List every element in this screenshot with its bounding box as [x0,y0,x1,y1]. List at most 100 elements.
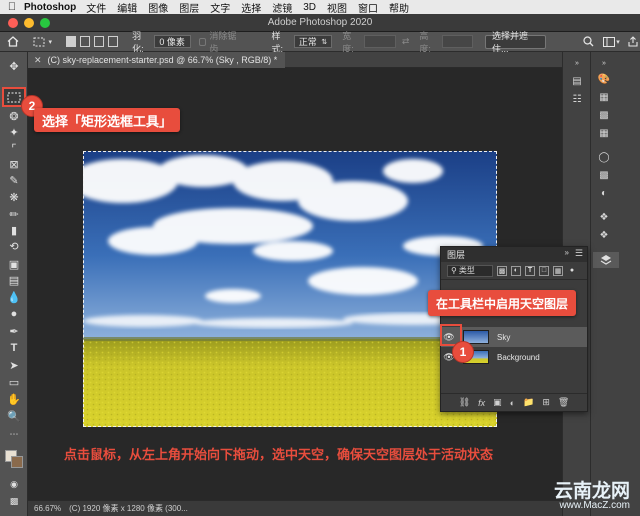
path-selection-tool-icon[interactable]: ➤ [4,357,24,373]
menu-window[interactable]: 窗口 [358,0,378,15]
layer-filter-kind-select[interactable]: ⚲ 类型 [447,264,493,277]
search-icon[interactable] [582,35,596,49]
adjustment-layer-icon[interactable]: ◐ [510,398,515,408]
document-tab-title: (C) sky-replacement-starter.psd @ 66.7% … [47,55,278,65]
height-input[interactable] [441,35,473,48]
style-value: 正常 [298,37,317,47]
expand-dock-icon[interactable]: » [569,56,585,70]
preset-dropdown-chevron-icon[interactable]: ▾ [49,38,53,46]
layers-panel-title[interactable]: 图层 [447,248,465,261]
gradients-panel-icon[interactable]: ▩ [596,108,612,122]
swap-dimensions-icon[interactable]: ⇄ [402,36,410,47]
filter-toggle-icon[interactable]: ● [567,266,577,276]
hand-tool-icon[interactable]: ✋ [4,391,24,407]
menu-help[interactable]: 帮助 [389,0,409,15]
new-layer-icon[interactable]: ⊞ [542,397,550,408]
panel-menu-icon[interactable]: ☰ [575,248,583,259]
gradient-tool-icon[interactable]: ▤ [4,272,24,288]
menu-layer[interactable]: 图层 [179,0,199,15]
quick-mask-icon[interactable]: ◉ [4,476,24,492]
sky-photo-canvas[interactable] [83,151,497,427]
marquee-preset-icon[interactable] [32,35,46,49]
brush-tool-icon[interactable]: ✏ [4,206,24,222]
properties-panel-icon[interactable]: ☷ [569,92,585,106]
filter-smartobject-icon[interactable]: ▦ [553,265,563,276]
tools-panel: ✥ ❂ ✦ ⌜ ⊠ ✎ ❋ ✏ ▮ ⟲ ▣ ▤ 💧 ● ✒ T ➤ ▭ ✋ 🔍 … [0,52,28,516]
dodge-tool-icon[interactable]: ● [4,306,24,322]
width-input[interactable] [364,35,396,48]
filter-pixel-icon[interactable]: ▩ [497,265,507,276]
share-icon[interactable] [626,35,640,49]
apple-menu-icon[interactable]:  [0,1,24,13]
blur-tool-icon[interactable]: 💧 [4,289,24,305]
link-layers-icon[interactable]: ⛓ [459,397,470,408]
zoom-tool-icon[interactable]: 🔍 [4,408,24,424]
edit-toolbar-icon[interactable]: ⋯ [4,426,24,442]
zoom-level[interactable]: 66.67% [34,504,61,513]
document-tab[interactable]: ✕ (C) sky-replacement-starter.psd @ 66.7… [28,52,286,68]
filter-type-icon[interactable]: T [525,265,535,276]
type-tool-icon[interactable]: T [4,340,24,356]
menu-app-name[interactable]: Photoshop [24,2,76,13]
menu-edit[interactable]: 编辑 [117,0,137,15]
workspace-chevron-icon[interactable]: ▾ [616,38,620,46]
layer-mask-icon[interactable]: ▣ [493,397,502,408]
color-panel-icon[interactable]: 🎨 [596,72,612,86]
zoom-window-button[interactable] [40,18,50,28]
menu-image[interactable]: 图像 [148,0,168,15]
group-layers-icon[interactable]: 📁 [523,397,534,408]
menu-file[interactable]: 文件 [86,0,106,15]
move-tool-icon[interactable]: ✥ [4,58,24,74]
new-selection-icon[interactable] [66,36,77,47]
document-info[interactable]: (C) 1920 像素 x 1280 像素 (300... [69,503,188,514]
patterns-panel-icon[interactable]: ▦ [596,126,612,140]
home-icon[interactable] [6,35,20,49]
close-window-button[interactable] [8,18,18,28]
crop-tool-icon[interactable]: ⌜ [4,140,24,156]
workspace-icon[interactable] [602,35,616,49]
eyedropper-tool-icon[interactable]: ✎ [4,172,24,188]
magic-wand-tool-icon[interactable]: ✦ [4,124,24,140]
channels-panel-icon[interactable]: ❖ [596,210,612,224]
feather-label: 羽化: [132,30,144,54]
collapse-dock-icon[interactable]: » [596,56,612,70]
layer-style-icon[interactable]: fx [478,398,485,408]
paths-panel-icon[interactable]: ❖ [596,228,612,242]
feather-input[interactable]: 0 像素 [154,35,192,48]
menu-3d[interactable]: 3D [303,2,316,13]
pen-tool-icon[interactable]: ✒ [4,323,24,339]
frame-tool-icon[interactable]: ⊠ [4,156,24,172]
layers-panel-icon[interactable] [593,252,619,268]
adjustments-panel-icon[interactable]: ◐ [596,186,612,200]
background-color-swatch[interactable] [11,456,23,468]
minimize-window-button[interactable] [24,18,34,28]
rectangle-tool-icon[interactable]: ▭ [4,374,24,390]
screen-mode-icon[interactable]: ▩ [4,493,24,509]
select-and-mask-button[interactable]: 选择并遮住... [485,31,546,54]
filter-adjustment-icon[interactable]: ◐ [511,265,521,276]
history-brush-tool-icon[interactable]: ⟲ [4,238,24,254]
menu-view[interactable]: 视图 [327,0,347,15]
subtract-from-selection-icon[interactable] [94,36,105,47]
filter-shape-icon[interactable]: □ [539,265,549,276]
delete-layer-icon[interactable]: 🗑 [558,397,569,408]
learn-panel-icon[interactable]: ◯ [596,150,612,164]
history-panel-icon[interactable]: ▤ [569,74,585,88]
antialias-checkbox[interactable] [199,37,207,46]
healing-brush-tool-icon[interactable]: ❋ [4,189,24,205]
style-select[interactable]: 正常 ⇅ [293,35,333,48]
panel-collapse-icon[interactable]: » [565,248,569,257]
clone-stamp-tool-icon[interactable]: ▮ [4,222,24,238]
intersect-selection-icon[interactable] [108,36,119,47]
window-title: Adobe Photoshop 2020 [267,17,373,28]
watermark-url: www.MacZ.com [559,500,630,511]
add-to-selection-icon[interactable] [80,36,91,47]
menu-select[interactable]: 选择 [241,0,261,15]
menu-type[interactable]: 文字 [210,0,230,15]
close-document-icon[interactable]: ✕ [34,55,42,66]
mac-menu-bar:  Photoshop 文件 编辑 图像 图层 文字 选择 滤镜 3D 视图 窗… [0,0,640,15]
eraser-tool-icon[interactable]: ▣ [4,256,24,272]
swatches-panel-icon[interactable]: ▦ [596,90,612,104]
libraries-panel-icon[interactable]: ▩ [596,168,612,182]
menu-filter[interactable]: 滤镜 [272,0,292,15]
